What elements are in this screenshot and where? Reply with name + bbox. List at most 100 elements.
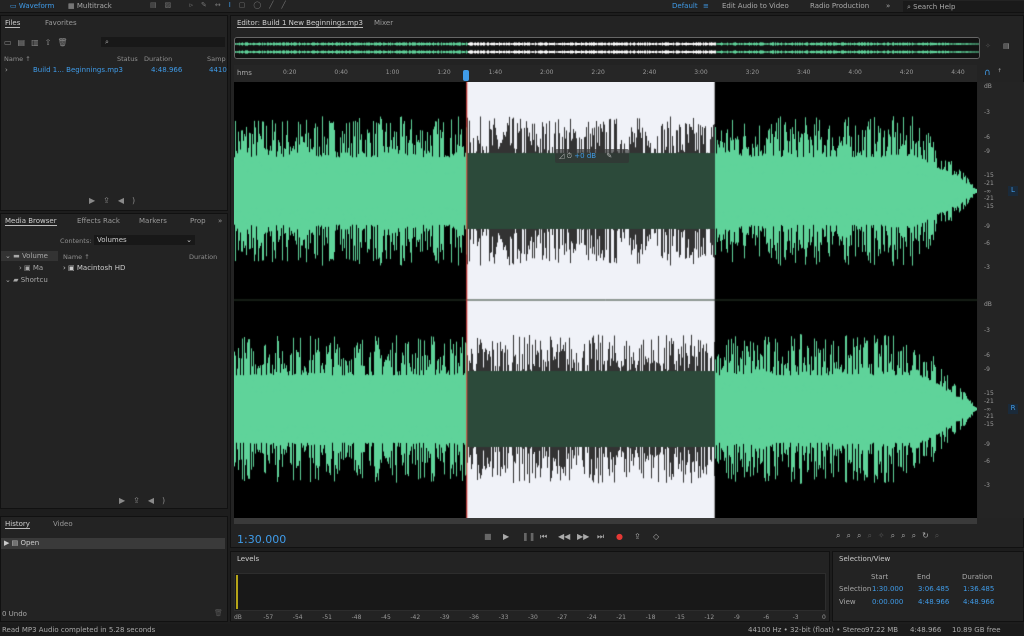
zoom-controls[interactable]: ⌕⌕⌕⌕✧⌕⌕⌕↻⌕ bbox=[836, 531, 945, 541]
tab-history[interactable]: History bbox=[5, 520, 30, 529]
rewind-button[interactable]: ◀◀ bbox=[558, 532, 570, 541]
search-help-input[interactable]: ⌕ Search Help bbox=[903, 1, 1024, 12]
db-tick: -3 bbox=[984, 264, 990, 271]
level-tick: -27 bbox=[557, 614, 568, 621]
level-tick: -45 bbox=[381, 614, 391, 621]
zoom-pin-icon[interactable]: ✧ bbox=[985, 42, 991, 50]
level-tick: -24 bbox=[586, 614, 597, 621]
top-toolbar: ▭ Waveform ▦ Multitrack ▤▨ ▹✎↔I▢◯╱╱ Defa… bbox=[0, 0, 1024, 13]
channel-left-toggle[interactable]: L bbox=[1008, 186, 1018, 196]
file-row[interactable]: › Build 1... Beginnings.mp3 4:48.966 441… bbox=[1, 65, 227, 75]
level-tick: -48 bbox=[351, 614, 362, 621]
tab-media-browser[interactable]: Media Browser bbox=[5, 217, 57, 226]
record-button[interactable]: ● bbox=[616, 532, 623, 541]
db-tick: -6 bbox=[984, 458, 990, 465]
contents-dropdown[interactable]: Volumes ⌄ bbox=[94, 235, 195, 245]
view-start-field[interactable]: 0:00.000 bbox=[872, 598, 903, 606]
tab-effects-rack[interactable]: Effects Rack bbox=[77, 217, 120, 225]
level-tick: -39 bbox=[439, 614, 450, 621]
level-tick: 0 bbox=[822, 614, 826, 621]
loop-playback-button[interactable]: ⇪ bbox=[634, 532, 641, 541]
col-sample-rate[interactable]: Samp bbox=[207, 55, 226, 63]
tree-macintosh[interactable]: › ▣ Ma bbox=[19, 264, 43, 272]
channel-right-toggle[interactable]: R bbox=[1008, 404, 1018, 414]
history-item[interactable]: ▶ ▤ Open bbox=[1, 538, 225, 549]
preview-controls[interactable]: ▶⇪◀) bbox=[119, 496, 173, 505]
channel-layout-icon[interactable]: ▤ bbox=[1003, 42, 1010, 50]
level-tick: -6 bbox=[763, 614, 770, 621]
overview-navigator[interactable] bbox=[234, 37, 980, 59]
level-tick: -12 bbox=[704, 614, 715, 621]
hud-gain-control[interactable]: ◿ ⏱ +0 dB ✎ bbox=[555, 149, 629, 163]
level-bar bbox=[236, 575, 238, 609]
tab-mixer[interactable]: Mixer bbox=[374, 19, 393, 27]
tab-files[interactable]: Files bbox=[5, 19, 21, 28]
marker-pin-icon[interactable]: ꜛ bbox=[998, 68, 1001, 78]
pause-button[interactable]: ❚❚ bbox=[522, 532, 535, 541]
snap-magnet-icon[interactable]: ∩ bbox=[984, 68, 991, 78]
stop-button[interactable]: ■ bbox=[484, 532, 492, 541]
db-tick: -21 bbox=[984, 180, 994, 187]
volume-row[interactable]: › ▣ Macintosh HD bbox=[63, 264, 125, 272]
selection-label: Selection bbox=[839, 585, 872, 593]
col-status[interactable]: Status bbox=[117, 55, 138, 63]
db-tick: -∞ bbox=[984, 188, 992, 195]
db-tick: -9 bbox=[984, 148, 990, 155]
tab-editor[interactable]: Editor: Build 1 New Beginnings.mp3 bbox=[237, 19, 363, 28]
level-tick: -30 bbox=[528, 614, 538, 621]
file-action-icons[interactable]: ▭▤▥⇧🗑 bbox=[4, 38, 74, 47]
workspace-default[interactable]: Default bbox=[672, 2, 698, 10]
tab-video[interactable]: Video bbox=[53, 520, 73, 528]
more-tabs-icon[interactable]: » bbox=[218, 217, 222, 225]
files-search-input[interactable]: ⌕ bbox=[101, 37, 225, 47]
selection-duration-field[interactable]: 1:36.485 bbox=[963, 585, 994, 593]
history-panel: History Video ▶ ▤ Open 0 Undo 🗑 bbox=[0, 516, 228, 622]
col-name[interactable]: Name ↑ bbox=[4, 55, 31, 63]
skip-selection-button[interactable]: ◇ bbox=[653, 532, 659, 541]
workspace-edit-audio-to-video[interactable]: Edit Audio to Video bbox=[722, 2, 789, 10]
level-tick: -9 bbox=[733, 614, 740, 621]
horizontal-scrollbar[interactable] bbox=[234, 518, 977, 524]
db-tick: -9 bbox=[984, 366, 990, 373]
tab-favorites[interactable]: Favorites bbox=[45, 19, 77, 27]
playhead-handle[interactable] bbox=[463, 70, 469, 81]
time-ruler[interactable]: hms 0:20 0:40 1:00 1:20 1:40 2:00 2:20 2:40 3:00… bbox=[234, 65, 977, 82]
current-time-display: 1:30.000 bbox=[237, 533, 287, 546]
level-tick: -21 bbox=[616, 614, 626, 621]
col-duration[interactable]: Duration bbox=[144, 55, 172, 63]
col-name[interactable]: Name ↑ bbox=[63, 253, 90, 261]
contents-label: Contents: bbox=[60, 237, 92, 245]
trash-icon[interactable]: 🗑 bbox=[214, 609, 223, 617]
col-duration[interactable]: Duration bbox=[189, 253, 217, 261]
tree-shortcuts[interactable]: ⌄ ▰ Shortcu bbox=[5, 276, 48, 284]
go-to-end-button[interactable]: ⏭ bbox=[597, 532, 604, 542]
waveform-display[interactable] bbox=[234, 82, 977, 518]
tab-properties[interactable]: Prop bbox=[190, 217, 206, 225]
more-workspaces-button[interactable]: » bbox=[886, 2, 890, 10]
workspace-menu-icon[interactable]: ≡ bbox=[703, 2, 709, 10]
view-label: View bbox=[839, 598, 856, 606]
tab-markers[interactable]: Markers bbox=[139, 217, 167, 225]
play-button[interactable]: ▶ bbox=[503, 532, 509, 541]
tool-icons[interactable]: ▤▨ ▹✎↔I▢◯╱╱ bbox=[150, 1, 294, 9]
waveform-mode-button[interactable]: ▭ Waveform bbox=[10, 2, 54, 10]
preview-controls[interactable]: ▶⇪◀) bbox=[89, 196, 143, 205]
levels-title: Levels bbox=[237, 555, 260, 563]
disk-free: 10.89 GB free bbox=[952, 626, 1001, 634]
file-name: Build 1... Beginnings.mp3 bbox=[33, 66, 123, 74]
db-tick: -9 bbox=[984, 223, 990, 230]
selection-start-field[interactable]: 1:30.000 bbox=[872, 585, 903, 593]
db-tick: -15 bbox=[984, 390, 994, 397]
workspace-radio-production[interactable]: Radio Production bbox=[810, 2, 869, 10]
selection-end-field[interactable]: 3:06.485 bbox=[918, 585, 949, 593]
tree-volumes[interactable]: ⌄ ▬ Volume bbox=[1, 251, 58, 261]
view-duration-field[interactable]: 4:48.966 bbox=[963, 598, 994, 606]
tree-label: Ma bbox=[32, 264, 44, 272]
multitrack-mode-button[interactable]: ▦ Multitrack bbox=[68, 2, 112, 10]
db-tick: -21 bbox=[984, 413, 994, 420]
view-end-field[interactable]: 4:48.966 bbox=[918, 598, 949, 606]
db-tick: -9 bbox=[984, 441, 990, 448]
level-tick: -42 bbox=[410, 614, 421, 621]
fast-forward-button[interactable]: ▶▶ bbox=[577, 532, 589, 541]
go-to-start-button[interactable]: ⏮ bbox=[540, 532, 547, 542]
